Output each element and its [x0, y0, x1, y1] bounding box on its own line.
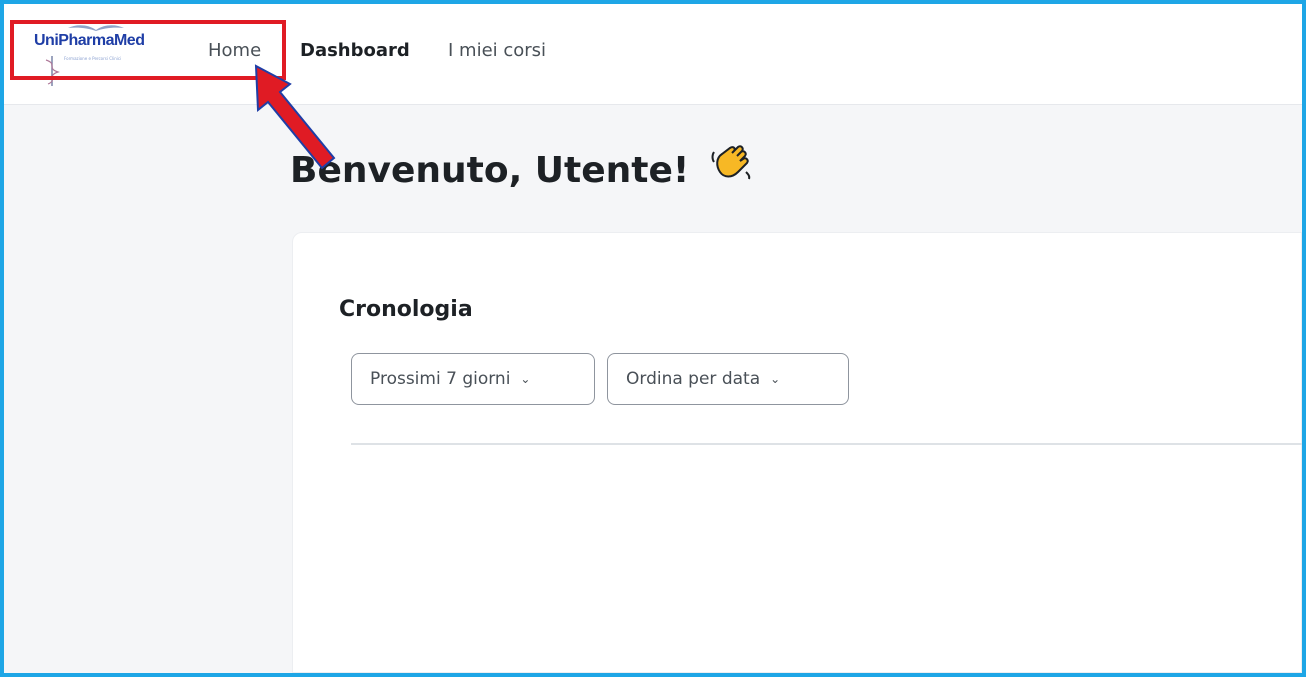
screenshot-frame: UniPharmaMed Formazione e Percorsi Clini…	[0, 0, 1306, 677]
annotation-highlight-box	[10, 20, 286, 80]
date-range-filter[interactable]: Prossimi 7 giorni ⌄	[351, 353, 595, 405]
sort-filter[interactable]: Ordina per data ⌄	[607, 353, 849, 405]
annotation-arrow-icon	[254, 64, 336, 170]
timeline-divider	[351, 443, 1302, 445]
waving-hand-icon	[711, 145, 751, 180]
page-title-text: Benvenuto, Utente!	[290, 150, 690, 191]
nav-dashboard[interactable]: Dashboard	[300, 40, 410, 61]
timeline-heading: Cronologia	[339, 297, 473, 322]
date-range-label: Prossimi 7 giorni	[370, 369, 511, 389]
chevron-down-icon: ⌄	[520, 372, 531, 386]
timeline-card: Cronologia Prossimi 7 giorni ⌄ Ordina pe…	[292, 232, 1302, 673]
chevron-down-icon: ⌄	[770, 372, 781, 386]
nav-my-courses[interactable]: I miei corsi	[448, 40, 546, 61]
sort-label: Ordina per data	[626, 369, 761, 389]
page-title: Benvenuto, Utente!	[290, 142, 752, 191]
